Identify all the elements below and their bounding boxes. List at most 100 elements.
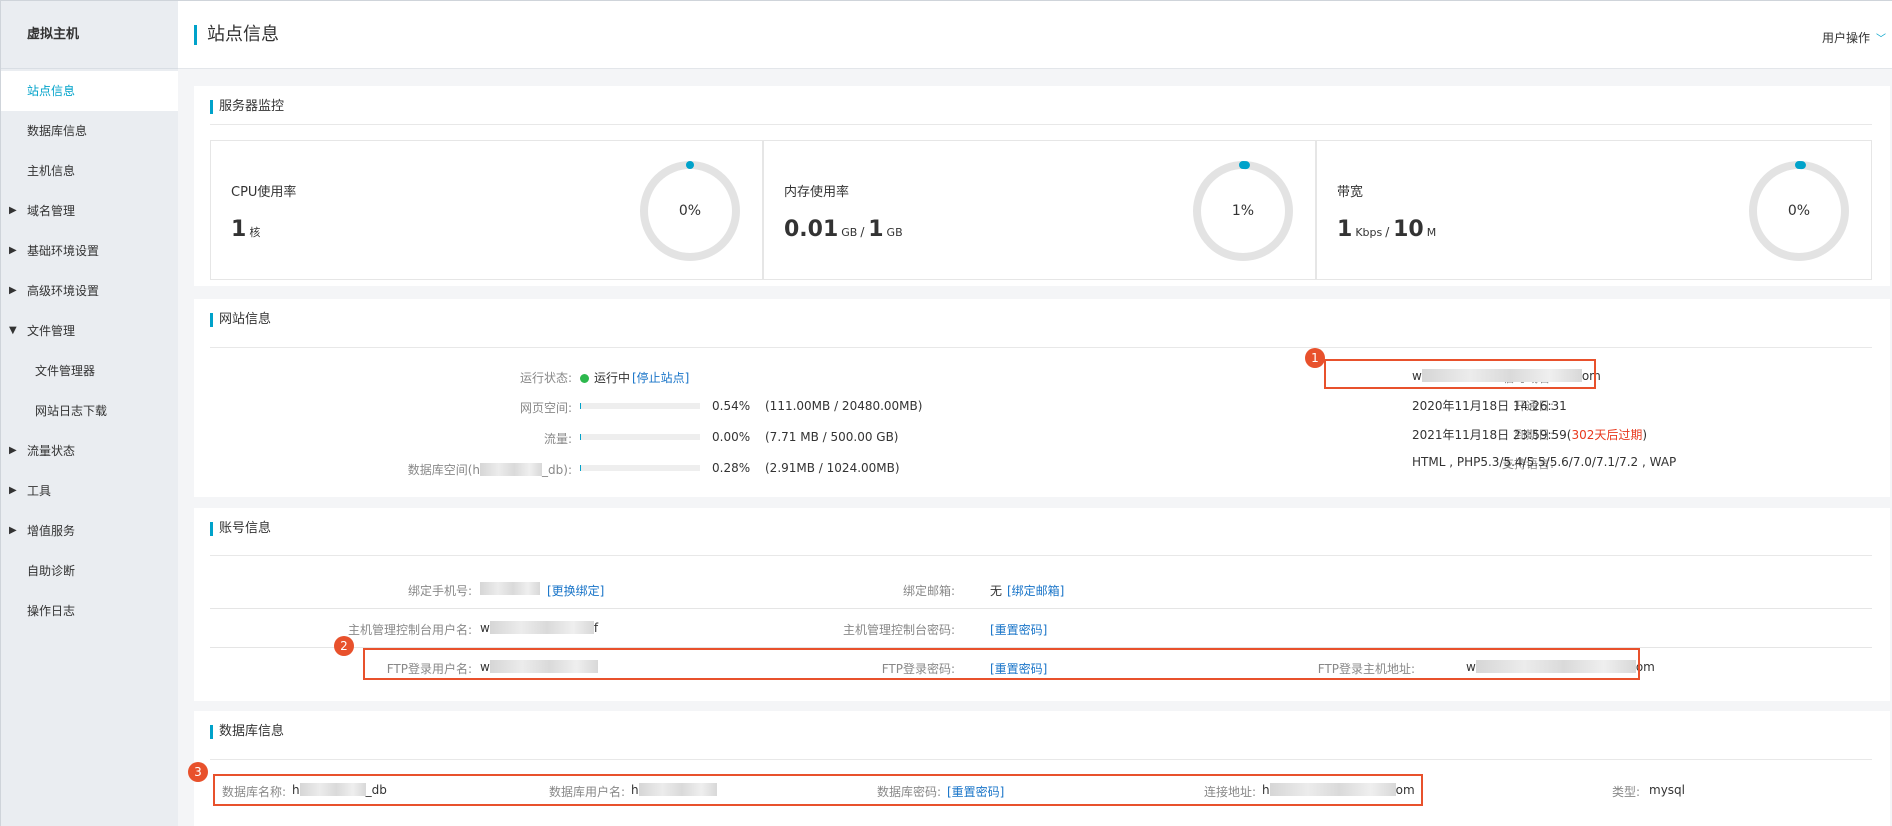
sidebar: 虚拟主机 站点信息 数据库信息 主机信息 ▶ 域名管理 ▶ 基础环境设置 ▶ 高级环境…	[1, 1, 178, 826]
sidebar-item-label: 数据库信息	[27, 124, 88, 138]
web-space-label: 网页空间:	[519, 401, 572, 415]
sidebar-item-label: 网站日志下载	[35, 404, 108, 418]
sidebar-item-label: 工具	[27, 484, 52, 498]
caret-down-icon: ▼	[9, 325, 17, 336]
user-menu[interactable]: 用户操作 ﹀	[1822, 29, 1886, 46]
separator: /	[860, 225, 865, 239]
caret-right-icon: ▶	[9, 445, 17, 456]
bandwidth-used-unit: Kbps	[1355, 226, 1383, 239]
memory-monitor: 内存使用率 0.01 GB/ 1 GB 1%	[763, 140, 1316, 280]
traffic-bar	[580, 434, 700, 440]
expire-date-text: 2021年11月18日 23:59:59(	[1412, 428, 1572, 442]
web-space-bar-fill	[580, 403, 582, 409]
db-space-label: 数据库空间(h _db):	[408, 461, 572, 478]
run-status-text: 运行中	[594, 371, 631, 385]
caret-right-icon: ▶	[9, 205, 17, 216]
db-space-detail: (2.91MB / 1024.00MB)	[765, 461, 900, 475]
annotation-badge-1: 1	[1305, 348, 1325, 368]
divider	[210, 759, 1872, 760]
sidebar-item-file-management[interactable]: ▼ 文件管理	[1, 311, 178, 351]
sidebar-item-advanced-env[interactable]: ▶ 高级环境设置	[1, 271, 178, 311]
sidebar-item-tools[interactable]: ▶ 工具	[1, 471, 178, 511]
memory-total: 1	[868, 217, 884, 242]
annotation-box-3	[213, 774, 1423, 806]
account-info-card: 账号信息 绑定手机号: [更换绑定] 绑定邮箱: 无 [绑定邮箱] 主机管理控制…	[194, 508, 1890, 701]
cpu-unit: 核	[249, 226, 261, 239]
sidebar-item-host-info[interactable]: 主机信息	[1, 151, 178, 191]
web-space-bar	[580, 403, 700, 409]
chevron-down-icon: ﹀	[1876, 34, 1886, 45]
annotation-badge-2: 2	[334, 636, 354, 656]
sidebar-item-domain[interactable]: ▶ 域名管理	[1, 191, 178, 231]
sidebar-item-file-manager[interactable]: 文件管理器	[1, 351, 178, 391]
divider	[210, 608, 1872, 609]
memory-used: 0.01	[784, 217, 839, 242]
sidebar-item-basic-env[interactable]: ▶ 基础环境设置	[1, 231, 178, 271]
user-menu-label: 用户操作	[1821, 31, 1870, 45]
db-space-bar	[580, 465, 700, 471]
cpu-percent: 0%	[678, 203, 702, 219]
sidebar-item-log-download[interactable]: 网站日志下载	[1, 391, 178, 431]
memory-total-unit: GB	[886, 226, 903, 239]
db-space-label-prefix: 数据库空间(h	[407, 463, 481, 477]
expire-close-paren: )	[1642, 428, 1648, 442]
sidebar-item-label: 操作日志	[27, 604, 76, 618]
db-space-label-suffix: _db):	[542, 463, 572, 477]
phone-label: 绑定手机号:	[407, 584, 472, 598]
change-binding-link[interactable]: [更换绑定]	[547, 582, 604, 599]
run-status-value: 运行中	[580, 369, 630, 386]
divider	[210, 124, 1872, 125]
db-space-percent: 0.28%	[712, 461, 751, 475]
redacted-text	[480, 582, 540, 595]
main-content: 站点信息 用户操作 ﹀ 服务器监控 CPU使用率 1核 0% 内存使用率 0.01…	[178, 1, 1892, 826]
db-type-value: mysql	[1649, 783, 1685, 797]
web-space-detail: (111.00MB / 20480.00MB)	[765, 399, 923, 413]
sidebar-item-database-info[interactable]: 数据库信息	[1, 111, 178, 151]
sidebar-title: 虚拟主机	[1, 1, 178, 69]
bandwidth-label: 带宽	[1337, 185, 1364, 200]
page-title: 站点信息	[194, 25, 279, 45]
cpu-monitor: CPU使用率 1核 0%	[210, 140, 763, 280]
cpu-cores: 1	[231, 217, 247, 242]
sidebar-item-label: 文件管理	[27, 324, 76, 338]
sidebar-item-label: 流量状态	[27, 444, 76, 458]
annotation-box-1	[1324, 359, 1596, 389]
email-value: 无	[990, 584, 1003, 598]
open-date-value: 2020年11月18日 14:26:31	[1412, 399, 1567, 413]
email-label: 绑定邮箱:	[902, 584, 955, 598]
database-info-title: 数据库信息	[210, 725, 284, 739]
stop-site-link[interactable]: [停止站点]	[632, 369, 689, 386]
divider	[210, 555, 1872, 556]
sidebar-item-value-added[interactable]: ▶ 增值服务	[1, 511, 178, 551]
sidebar-item-diagnosis[interactable]: 自助诊断	[1, 551, 178, 591]
bandwidth-total: 10	[1393, 217, 1424, 242]
sidebar-item-label: 站点信息	[27, 84, 76, 98]
bind-email-link[interactable]: [绑定邮箱]	[1007, 582, 1064, 599]
annotation-badge-3: 3	[188, 762, 208, 782]
server-monitor-title: 服务器监控	[210, 100, 284, 114]
memory-used-unit: GB	[841, 226, 858, 239]
bandwidth-monitor: 带宽 1 Kbps/ 10 M 0%	[1316, 140, 1872, 280]
sidebar-item-operation-log[interactable]: 操作日志	[1, 591, 178, 631]
sidebar-item-traffic[interactable]: ▶ 流量状态	[1, 431, 178, 471]
run-status-label: 运行状态:	[519, 371, 572, 385]
db-type-label: 类型:	[1612, 785, 1641, 799]
sidebar-item-label: 主机信息	[27, 164, 76, 178]
sidebar-item-site-info[interactable]: 站点信息	[1, 71, 178, 111]
annotation-box-2	[363, 648, 1640, 680]
memory-label: 内存使用率	[784, 185, 850, 200]
bandwidth-total-unit: M	[1426, 226, 1437, 239]
console-username-prefix: w	[480, 621, 490, 635]
bandwidth-value: 1 Kbps/ 10 M	[1337, 217, 1439, 242]
web-space-percent: 0.54%	[712, 399, 751, 413]
redacted-text	[480, 463, 543, 476]
redacted-text	[489, 621, 594, 634]
traffic-detail: (7.71 MB / 500.00 GB)	[765, 430, 899, 444]
website-info-card: 网站信息 运行状态: 运行中 [停止站点] 网页空间: 0.54% (111.0…	[194, 299, 1890, 497]
website-info-title: 网站信息	[210, 313, 271, 327]
caret-right-icon: ▶	[9, 285, 17, 296]
reset-console-password-link[interactable]: [重置密码]	[990, 621, 1047, 638]
bandwidth-used: 1	[1337, 217, 1353, 242]
divider	[210, 347, 1872, 348]
phone-value	[480, 582, 540, 596]
